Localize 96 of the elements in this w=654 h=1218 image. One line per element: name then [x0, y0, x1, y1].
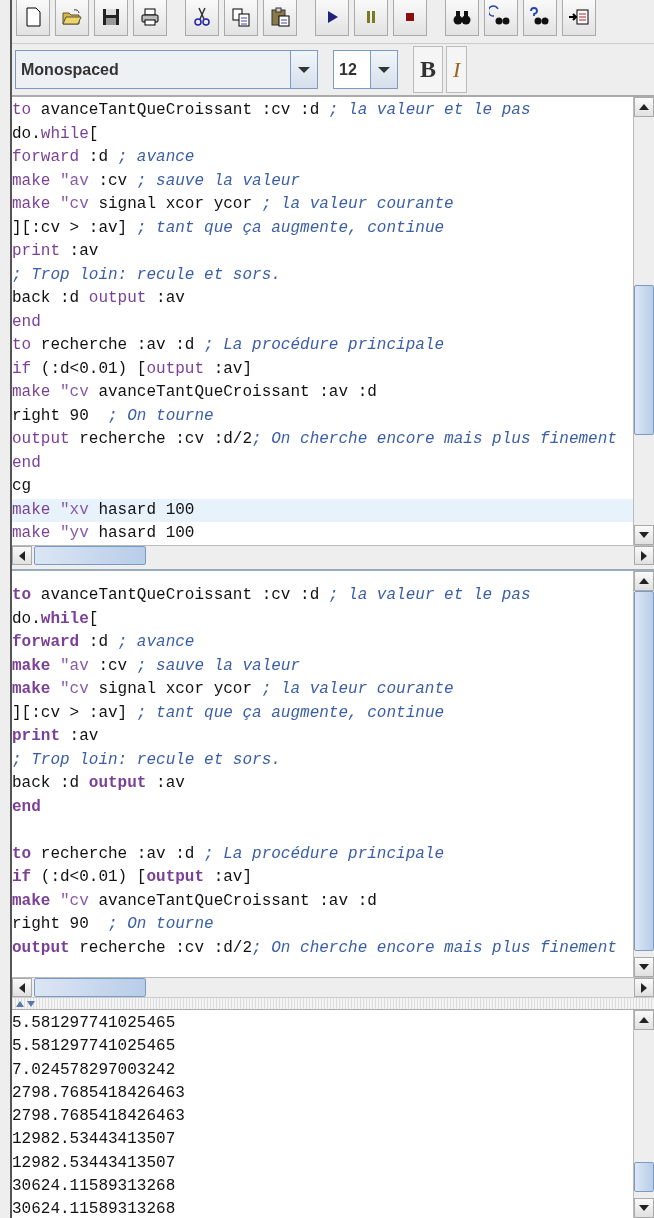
scroll-left-button[interactable]: [12, 978, 32, 997]
scroll-thumb[interactable]: [34, 546, 146, 565]
code-line: do.while[: [12, 608, 100, 630]
down-arrow-icon: [639, 532, 649, 538]
scroll-right-button[interactable]: [634, 546, 654, 565]
up-arrow-icon: [639, 1017, 649, 1023]
right-arrow-icon: [641, 982, 647, 993]
right-arrow-icon: [641, 550, 647, 561]
output-line: 12982.53443413507: [12, 1152, 177, 1174]
code-line: if (:d<0.01) [output :av]: [12, 867, 254, 888]
scroll-thumb[interactable]: [634, 1162, 654, 1192]
scroll-down-button[interactable]: [634, 957, 654, 977]
scroll-up-button[interactable]: [634, 97, 654, 117]
font-family-dropdown[interactable]: Monospaced: [15, 50, 318, 89]
caret-icon: [378, 65, 390, 74]
scroll-up-button[interactable]: [634, 571, 654, 591]
code-line: to recherche :av :d ; La procédure principale: [12, 843, 446, 865]
code-line: forward :d ; avance: [12, 147, 196, 168]
code-line: ; Trop loin: recule et sors.: [12, 749, 282, 771]
copy-button[interactable]: [224, 0, 258, 36]
code-line: end: [12, 452, 42, 474]
code-line: right 90 ; On tourne: [12, 405, 215, 427]
code-line: make "cv signal xcor ycor ; la valeur courante: [12, 679, 455, 700]
code-line: forward :d ; avance: [12, 632, 196, 653]
output-line: 30624.11589313268: [12, 1199, 177, 1218]
output-line: 30624.11589313268: [12, 1176, 177, 1198]
file-button[interactable]: [16, 0, 50, 36]
scroll-right-button[interactable]: [634, 978, 654, 997]
floppy-disk-button[interactable]: [94, 0, 128, 36]
up-arrow-icon: [639, 104, 649, 110]
code-line: end: [12, 796, 42, 818]
printer-icon: [138, 5, 162, 29]
code-line: print :av: [12, 241, 100, 262]
code-line: end: [12, 311, 42, 333]
scroll-left-button[interactable]: [12, 546, 32, 565]
horizontal-scrollbar[interactable]: [12, 977, 654, 997]
code-line: output recherche :cv :d/2; On cherche encore mais plus finement: [12, 429, 618, 450]
code-line: make "yv hasard 100: [12, 523, 196, 544]
code-line: back :d output :av: [12, 773, 186, 794]
left-arrow-icon: [19, 982, 25, 993]
code-line: right 90 ; On tourne: [12, 914, 215, 935]
code-line: ][:cv > :av] ; tant que ça augmente, continue: [12, 702, 446, 724]
folder-button[interactable]: [55, 0, 89, 36]
horizontal-scrollbar[interactable]: [12, 545, 654, 565]
scroll-up-button[interactable]: [634, 1010, 654, 1030]
output-line: 2798.7685418426463: [12, 1106, 186, 1128]
pause-button[interactable]: [354, 0, 388, 36]
code-line: ; Trop loin: recule et sors.: [12, 264, 282, 286]
scroll-down-button[interactable]: [634, 1198, 654, 1218]
code-line: make "av :cv ; sauve la valeur: [12, 170, 302, 192]
italic-button[interactable]: I: [446, 46, 468, 93]
code-line: ][:cv > :av] ; tant que ça augmente, continue: [12, 217, 446, 239]
caret-icon: [298, 65, 310, 74]
printer-button[interactable]: [133, 0, 167, 36]
insert-list-button[interactable]: [562, 0, 596, 36]
up-arrow-icon: [639, 578, 649, 584]
copy-icon: [229, 5, 253, 29]
collapse-arrows-icon[interactable]: [16, 1000, 36, 1007]
output-line: 2798.7685418426463: [12, 1082, 186, 1104]
vertical-scrollbar[interactable]: [633, 1010, 654, 1218]
code-line: do.while[: [12, 123, 100, 145]
code-line: if (:d<0.01) [output :av]: [12, 358, 254, 380]
code-line: print :av: [12, 726, 100, 747]
code-line: make "cv avanceTantQueCroissant :av :d: [12, 382, 378, 403]
code-line: make "av :cv ; sauve la valeur: [12, 655, 302, 677]
output-line: 7.024578297003242: [12, 1059, 177, 1081]
search-help-button[interactable]: [523, 0, 557, 36]
code-line: to avanceTantQueCroissant :cv :d ; la valeur et le pas: [12, 100, 532, 121]
left-arrow-icon: [19, 550, 25, 561]
code-line: make "cv avanceTantQueCroissant :av :d: [12, 890, 378, 912]
clipboard-icon: [268, 5, 292, 29]
output-line: 12982.53443413507: [12, 1129, 177, 1151]
down-arrow-icon: [639, 1205, 649, 1211]
search-button[interactable]: [445, 0, 479, 36]
code-line: make "cv signal xcor ycor ; la valeur courante: [12, 194, 455, 215]
stop-button[interactable]: [393, 0, 427, 36]
output-line: 5.581297741025465: [12, 1013, 177, 1034]
down-arrow-icon: [639, 964, 649, 970]
scissors-button[interactable]: [185, 0, 219, 36]
code-line: output recherche :cv :d/2; On cherche encore mais plus finement: [12, 937, 618, 959]
vertical-scrollbar[interactable]: [633, 97, 654, 545]
code-line: to avanceTantQueCroissant :cv :d ; la valeur et le pas: [12, 585, 532, 606]
scroll-thumb[interactable]: [634, 285, 654, 435]
search-replace-button[interactable]: [484, 0, 518, 36]
vertical-scrollbar[interactable]: [633, 571, 654, 977]
clipboard-button[interactable]: [263, 0, 297, 36]
code-line: to recherche :av :d ; La procédure principale: [12, 335, 446, 356]
code-line: cg: [12, 476, 33, 497]
output-line: 5.581297741025465: [12, 1036, 177, 1058]
scroll-down-button[interactable]: [634, 525, 654, 545]
scroll-thumb[interactable]: [34, 978, 146, 997]
bold-button[interactable]: B: [413, 46, 443, 93]
code-line: back :d output :av: [12, 288, 186, 309]
scroll-thumb[interactable]: [634, 591, 654, 951]
font-size-dropdown[interactable]: 12: [333, 50, 398, 89]
play-button[interactable]: [315, 0, 349, 36]
